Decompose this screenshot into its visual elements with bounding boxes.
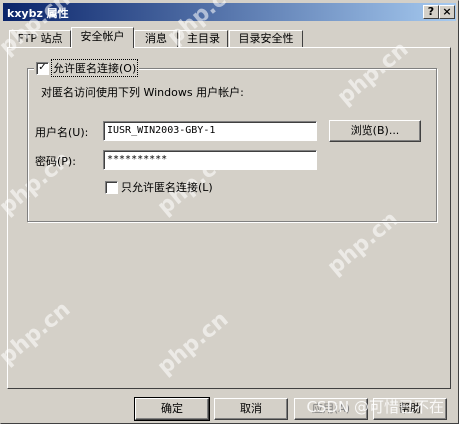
checkbox-box [105, 180, 118, 194]
tab-security-accounts[interactable]: 安全帐户 [71, 27, 134, 48]
window-title: kxybz 属性 [7, 7, 69, 20]
close-icon[interactable]: × [439, 5, 455, 19]
properties-dialog: kxybz 属性 ? × FTP 站点 安全帐户 消息 主目录 目录安全性 ✓ … [0, 0, 459, 424]
only-anonymous-checkbox[interactable]: 只允许匿名连接(L) [105, 179, 213, 195]
cancel-button[interactable]: 取消 [214, 398, 288, 420]
allow-anonymous-label: 允许匿名连接(O) [50, 59, 139, 77]
tab-directory-security[interactable]: 目录安全性 [229, 30, 303, 47]
title-bar[interactable]: kxybz 属性 ? × [3, 3, 456, 21]
csdn-watermark: CSDN @可惜已不在 [306, 398, 444, 416]
help-icon[interactable]: ? [423, 5, 439, 19]
browse-button[interactable]: 浏览(B)... [329, 120, 421, 142]
username-input[interactable]: IUSR_WIN2003-GBY-1 [103, 121, 317, 141]
password-label: 密码(P): [35, 155, 76, 168]
check-icon: ✓ [36, 61, 49, 75]
username-label: 用户名(U): [35, 126, 89, 139]
tab-messages[interactable]: 消息 [134, 30, 178, 47]
tab-ftp-site[interactable]: FTP 站点 [9, 30, 71, 47]
ok-button[interactable]: 确定 [134, 397, 210, 421]
anonymous-description: 对匿名访问使用下列 Windows 用户帐户: [41, 86, 244, 99]
allow-anonymous-checkbox[interactable]: ✓ 允许匿名连接(O) [34, 59, 140, 77]
password-input[interactable]: ********** [103, 150, 317, 170]
only-anonymous-label: 只允许匿名连接(L) [121, 181, 213, 194]
tab-home-directory[interactable]: 主目录 [179, 30, 228, 47]
